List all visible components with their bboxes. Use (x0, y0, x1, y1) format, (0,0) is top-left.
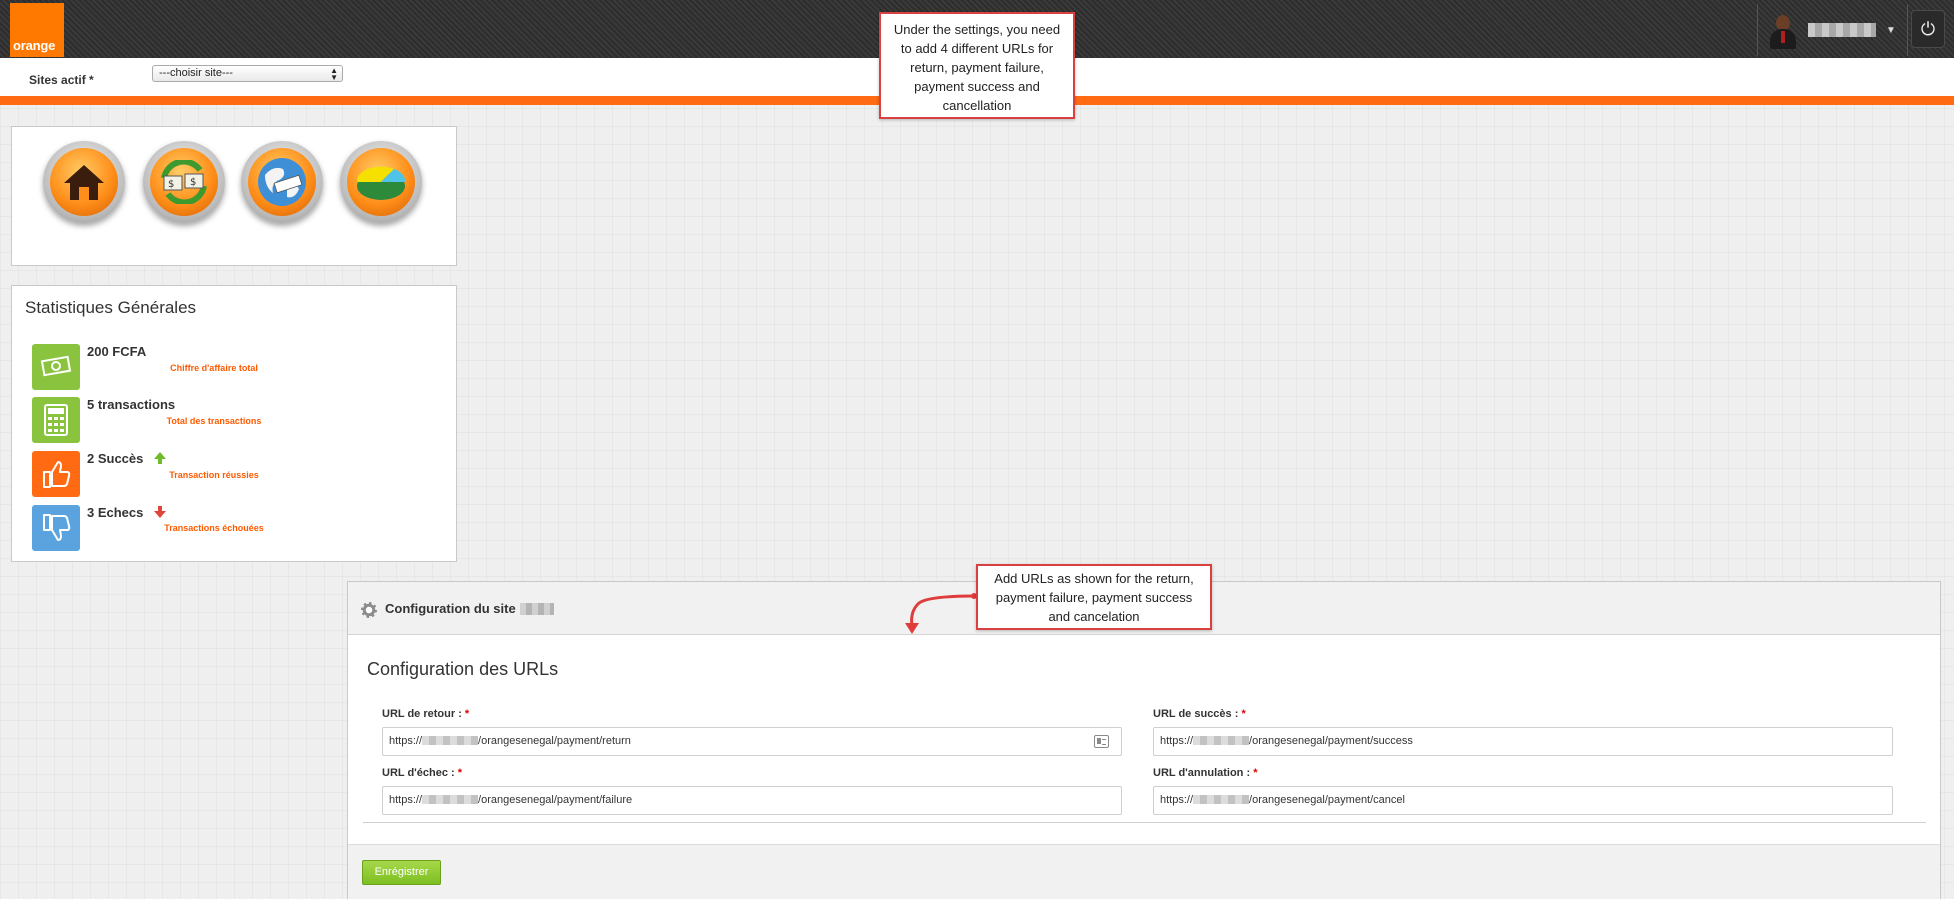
site-name-redacted (519, 603, 554, 615)
gear-icon (361, 602, 377, 618)
user-menu[interactable]: ▼ (1757, 4, 1908, 56)
domain-redacted (1193, 795, 1250, 804)
calculator-icon (32, 397, 80, 443)
cancel-url-input[interactable]: https:// /orangesenegal/payment/cancel (1153, 786, 1893, 815)
url-suffix: /orangesenegal/payment/return (478, 735, 631, 747)
domain-redacted (422, 736, 479, 745)
globe-icon[interactable] (241, 141, 323, 223)
arrow-up-icon (153, 451, 167, 468)
site-select-value: ---choisir site--- (159, 67, 233, 79)
url-prefix: https:// (1160, 794, 1194, 806)
field-label-text: URL de retour : (382, 708, 462, 720)
arrow-down-icon (153, 505, 167, 522)
success-url-label: URL de succès : * (1153, 708, 1246, 720)
stat-row-failures: 3 Echecs Transactions échouées (32, 505, 452, 553)
divider (363, 822, 1926, 823)
stat-row-revenue: 200 FCFA Chiffre d'affaire total (32, 344, 452, 392)
home-icon[interactable] (43, 141, 125, 223)
user-name-redacted (1808, 23, 1876, 37)
user-avatar (1768, 11, 1798, 49)
stat-desc: Transactions échouées (164, 523, 264, 533)
power-button[interactable]: ⏻ (1911, 10, 1945, 48)
save-button[interactable]: Enrégistrer (362, 860, 441, 885)
url-suffix: /orangesenegal/payment/success (1249, 735, 1413, 747)
svg-text:$: $ (168, 179, 174, 190)
urls-section-title: Configuration des URLs (367, 659, 559, 679)
stat-row-transactions: 5 transactions Total des transactions (32, 397, 452, 445)
statistics-panel: Statistiques Générales 200 FCFA Chiffre … (11, 285, 457, 562)
svg-text:$: $ (190, 177, 196, 188)
url-prefix: https:// (389, 735, 423, 747)
cancel-url-label: URL d'annulation : * (1153, 767, 1257, 779)
url-prefix: https:// (1160, 735, 1194, 747)
stat-value: 200 FCFA (87, 344, 147, 359)
select-arrows-icon: ▲ ▼ (330, 66, 338, 82)
nav-icons-panel: $ $ (11, 126, 457, 266)
config-title-text: Configuration du site (385, 601, 516, 616)
stat-value: 5 transactions (87, 397, 176, 412)
power-icon: ⏻ (1920, 18, 1936, 39)
stat-desc: Chiffre d'affaire total (170, 363, 258, 373)
orange-logo[interactable]: orange (10, 3, 64, 57)
required-mark: * (1241, 708, 1246, 720)
field-label-text: URL de succès : (1153, 708, 1239, 720)
url-prefix: https:// (389, 794, 423, 806)
contact-card-icon[interactable] (1094, 735, 1109, 748)
success-url-input[interactable]: https:// /orangesenegal/payment/success (1153, 727, 1893, 756)
required-mark: * (1253, 767, 1258, 779)
stat-desc: Transaction réussies (169, 470, 259, 480)
thumbs-up-icon (32, 451, 80, 497)
failure-url-label: URL d'échec : * (382, 767, 462, 779)
return-url-label: URL de retour : * (382, 708, 469, 720)
stat-desc: Total des transactions (166, 416, 262, 426)
failure-url-input[interactable]: https:// /orangesenegal/payment/failure (382, 786, 1122, 815)
stats-title: Statistiques Générales (25, 298, 197, 317)
pie-chart-icon[interactable] (340, 141, 422, 223)
config-title: Configuration du site (385, 601, 554, 616)
money-exchange-icon[interactable]: $ $ (143, 141, 225, 223)
stat-value: 2 Succès (87, 451, 167, 468)
return-url-input[interactable]: https:// /orangesenegal/payment/return (382, 727, 1122, 756)
money-icon (32, 344, 80, 390)
sites-actif-label: Sites actif * (29, 73, 94, 87)
domain-redacted (422, 795, 479, 804)
field-label-text: URL d'échec : (382, 767, 455, 779)
domain-redacted (1193, 736, 1250, 745)
url-suffix: /orangesenegal/payment/cancel (1249, 794, 1405, 806)
stat-value: 3 Echecs (87, 505, 167, 522)
callout-urls-note: Add URLs as shown for the return, paymen… (976, 564, 1212, 630)
chevron-down-icon[interactable]: ▼ (1886, 25, 1896, 36)
required-mark: * (457, 767, 463, 779)
site-select[interactable]: ---choisir site--- ▲ ▼ (152, 65, 343, 82)
thumbs-down-icon (32, 505, 80, 551)
required-mark: * (464, 708, 470, 720)
stat-value-text: 3 Echecs (87, 505, 144, 520)
config-footer: Enrégistrer (348, 844, 1940, 899)
callout-settings-note: Under the settings, you need to add 4 di… (879, 12, 1075, 119)
stat-row-success: 2 Succès Transaction réussies (32, 451, 452, 499)
field-label-text: URL d'annulation : (1153, 767, 1251, 779)
logo-text: orange (13, 38, 56, 53)
stat-value-text: 2 Succès (87, 451, 144, 466)
url-suffix: /orangesenegal/payment/failure (478, 794, 633, 806)
